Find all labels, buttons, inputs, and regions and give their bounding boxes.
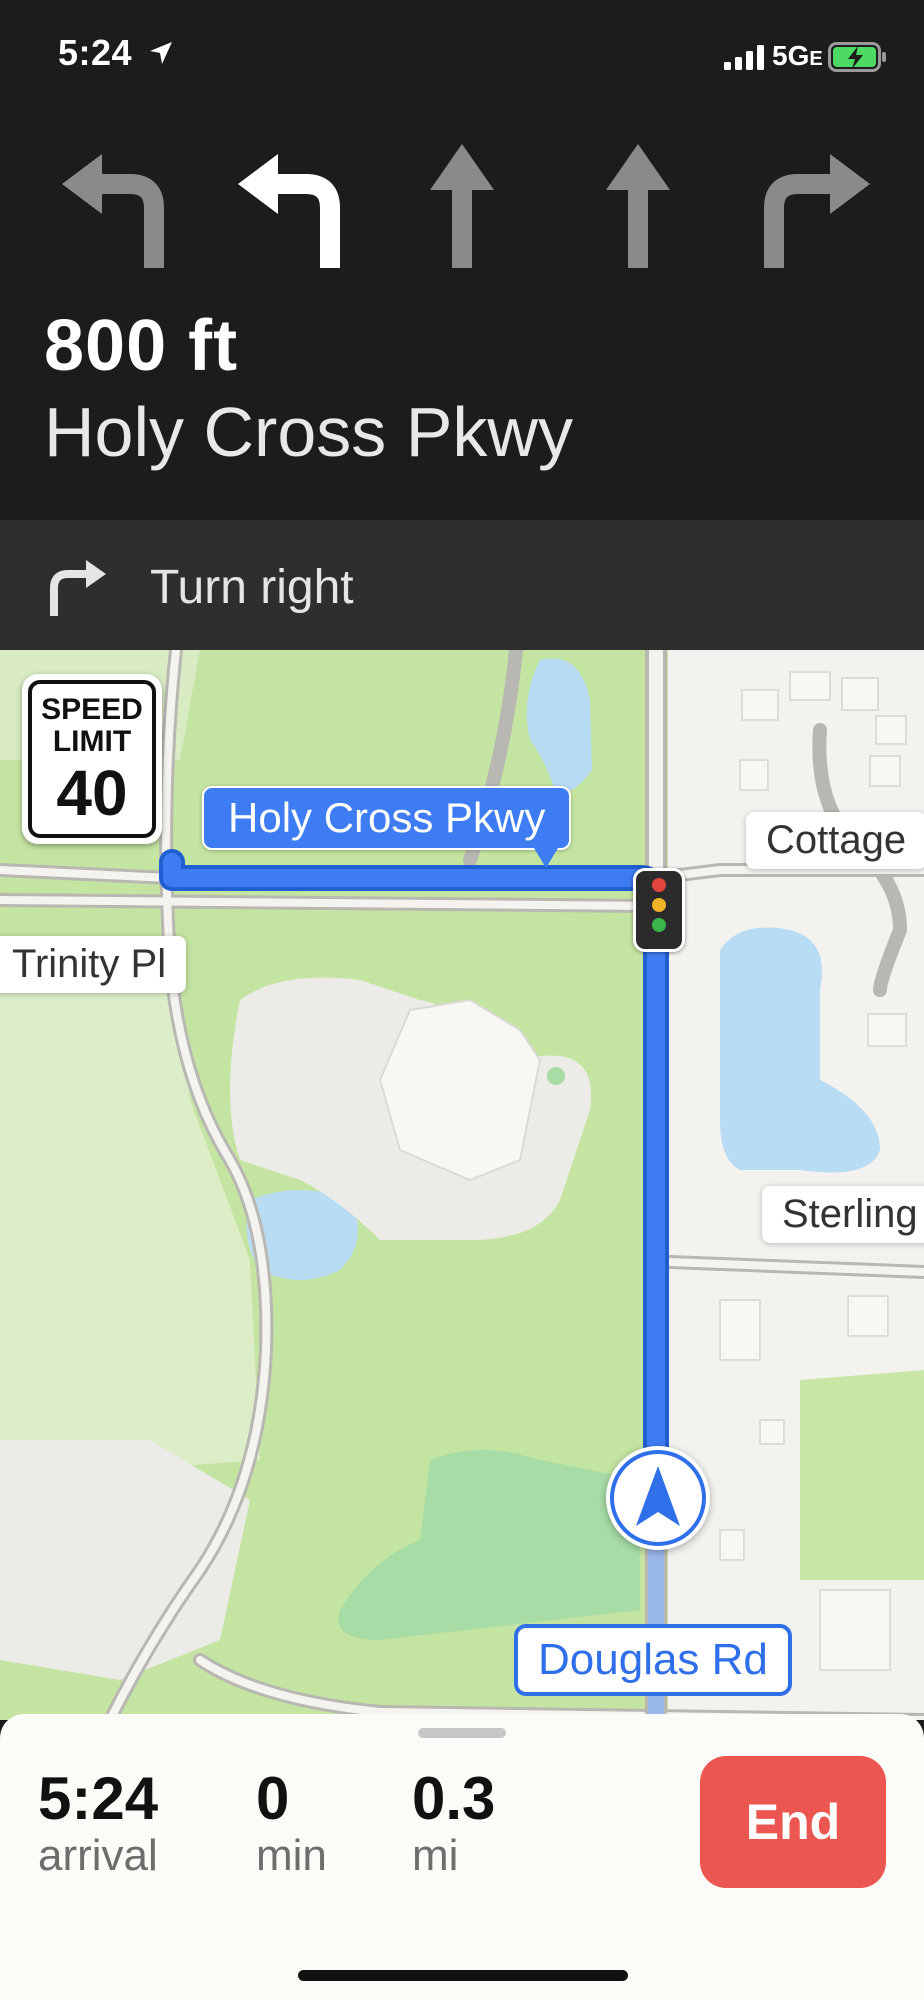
lane-guidance xyxy=(0,110,924,290)
speed-label-line1: SPEED xyxy=(41,693,143,726)
arrival-unit: arrival xyxy=(38,1831,158,1880)
cellular-signal-icon xyxy=(724,45,764,70)
route-street-callout: Holy Cross Pkwy xyxy=(202,786,572,868)
distance-value: 0.3 xyxy=(412,1765,496,1832)
navigation-arrow-icon xyxy=(610,1450,706,1546)
map-label-trinity[interactable]: Trinity Pl xyxy=(0,936,187,993)
status-bar: 5:24 5GE xyxy=(0,0,924,110)
next-maneuver-text: Turn right xyxy=(150,561,354,614)
distance-stat: 0.3 mi xyxy=(412,1766,495,1880)
lane-left-turn-icon xyxy=(62,154,164,268)
traffic-light-icon xyxy=(633,868,685,952)
sheet-grabber[interactable] xyxy=(418,1728,506,1738)
lane-straight-icon xyxy=(606,144,670,268)
distance-unit: mi xyxy=(412,1831,459,1880)
lane-straight-icon xyxy=(430,144,494,268)
time-unit: min xyxy=(256,1831,327,1880)
speed-limit-sign: SPEED LIMIT 40 xyxy=(22,674,162,844)
map-label-cottage[interactable]: Cottage xyxy=(746,812,924,869)
lane-right-turn-icon xyxy=(764,154,870,268)
speed-limit-value: 40 xyxy=(56,757,128,829)
lane-left-turn-active-icon xyxy=(238,154,340,268)
trip-info-sheet[interactable]: 5:24 arrival 0 min 0.3 mi End xyxy=(0,1714,924,2000)
battery-charging-icon xyxy=(828,42,886,72)
network-indicator: 5GE xyxy=(772,40,823,71)
home-indicator[interactable] xyxy=(298,1970,628,1981)
arrival-value: 5:24 xyxy=(38,1765,159,1832)
next-maneuver-bar[interactable] xyxy=(0,520,924,650)
turn-right-arrow-icon xyxy=(50,560,106,616)
map-label-douglas[interactable]: Douglas Rd xyxy=(514,1624,792,1696)
status-time: 5:24 xyxy=(58,32,133,73)
maneuver-distance: 800 ft xyxy=(44,306,239,386)
time-stat: 0 min xyxy=(256,1766,327,1880)
speed-label-line2: LIMIT xyxy=(52,725,132,758)
end-route-button[interactable]: End xyxy=(700,1756,886,1888)
location-arrow-icon xyxy=(150,42,172,64)
current-location-puck[interactable] xyxy=(606,1446,710,1550)
map-label-sterling[interactable]: Sterling xyxy=(762,1186,924,1243)
arrival-stat: 5:24 arrival xyxy=(38,1766,158,1880)
time-value: 0 xyxy=(256,1765,290,1832)
maneuver-street: Holy Cross Pkwy xyxy=(44,393,573,471)
